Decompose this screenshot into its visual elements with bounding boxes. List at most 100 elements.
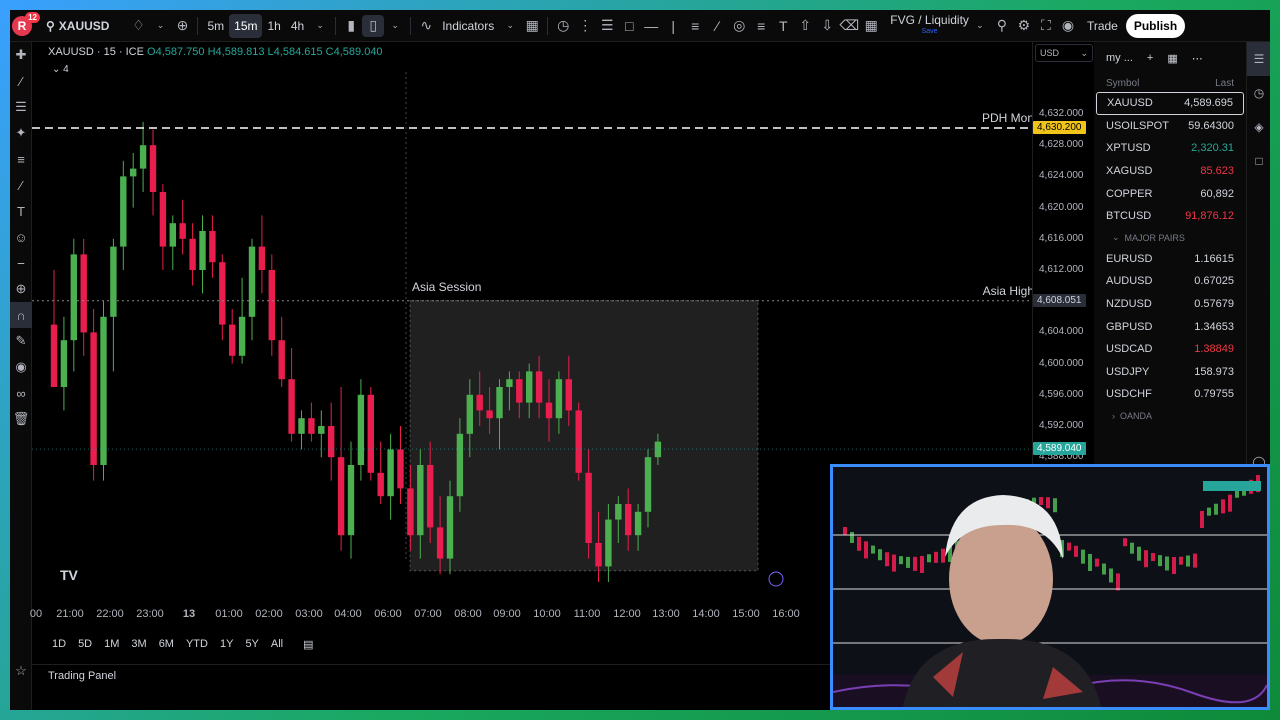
range-all[interactable]: All <box>265 636 289 652</box>
link-icon[interactable]: ∞ <box>10 380 32 406</box>
chevron-down-icon[interactable]: ⌄ <box>309 15 331 37</box>
goto-date-icon[interactable]: ▤ <box>297 636 319 653</box>
trendline-icon[interactable]: ∕ <box>10 68 32 94</box>
vertical-line-icon[interactable]: | <box>662 15 684 37</box>
watchlist-panel: my ... + ▦ ⋯ Symbol Last XAUUSD 4,589.695… <box>1094 42 1246 472</box>
watchlist-row[interactable]: XAGUSD 85.623 <box>1094 160 1246 183</box>
replay-icon[interactable]: ⋮ <box>574 15 596 37</box>
candles-icon[interactable]: ▯ <box>362 14 385 37</box>
ruler-icon[interactable]: ⎯ <box>10 250 32 276</box>
trade-button[interactable]: Trade <box>1079 14 1126 38</box>
candle-body <box>278 340 285 380</box>
layout-menu[interactable]: FVG / Liquidity Save <box>890 14 969 37</box>
pattern-icon[interactable]: ✦ <box>10 120 32 146</box>
candle-body <box>407 488 414 536</box>
zoom-search-icon[interactable]: ⚲ <box>991 15 1013 37</box>
eraser-icon[interactable]: ⌫ <box>838 15 860 37</box>
watchlist-row[interactable]: GBPUSD 1.34653 <box>1094 315 1246 338</box>
favorites-star-icon[interactable]: ☆ <box>10 658 32 684</box>
alerts-clock-icon[interactable]: ◷ <box>1247 76 1270 110</box>
settings-gear-icon[interactable]: ⚙ <box>1013 15 1035 37</box>
group-major-pairs[interactable]: ⌄ MAJOR PAIRS <box>1094 228 1246 248</box>
range-ytd[interactable]: YTD <box>180 636 214 652</box>
chevron-down-icon[interactable]: ⌄ <box>499 15 521 37</box>
col-last[interactable]: Last <box>1215 78 1234 89</box>
brush-tool-icon[interactable]: ∕ <box>10 172 32 198</box>
text-tool-icon[interactable]: T <box>10 198 32 224</box>
position-icon[interactable]: ≡ <box>750 15 772 37</box>
chat-icon[interactable]: □ <box>1247 144 1270 178</box>
watchlist-layout-icon[interactable]: ▦ <box>1167 52 1177 65</box>
alert-icon[interactable]: ◷ <box>552 15 574 37</box>
watchlist-row[interactable]: BTCUSD 91,876.12 <box>1094 205 1246 228</box>
interval-4h[interactable]: 4h <box>286 14 309 38</box>
visibility-eye-icon[interactable]: ◉ <box>10 354 32 380</box>
lock-drawings-icon[interactable]: ✎ <box>10 328 32 354</box>
publish-button[interactable]: Publish <box>1125 13 1186 38</box>
range-5y[interactable]: 5Y <box>239 636 264 652</box>
range-6m[interactable]: 6M <box>153 636 180 652</box>
rectangle-icon[interactable]: □ <box>618 15 640 37</box>
add-symbol-icon[interactable]: + <box>1147 52 1153 64</box>
emoji-icon[interactable]: ☺ <box>10 224 32 250</box>
arrow-down-icon[interactable]: ⇩ <box>816 15 838 37</box>
watchlist-row[interactable]: USDCAD 1.38849 <box>1094 338 1246 361</box>
trash-icon[interactable]: 🗑 <box>10 406 32 432</box>
interval-15m[interactable]: 15m <box>229 13 263 38</box>
interval-5m[interactable]: 5m <box>202 14 229 38</box>
currency-select[interactable]: USD ⌄ <box>1035 44 1093 62</box>
watchlist-row[interactable]: USDCHF 0.79755 <box>1094 383 1246 406</box>
watchlist-row[interactable]: USOILSPOT 59.64300 <box>1094 115 1246 138</box>
zoom-in-icon[interactable]: ⊕ <box>10 276 32 302</box>
watchlist-name[interactable]: my ... <box>1106 52 1133 64</box>
range-1m[interactable]: 1M <box>98 636 125 652</box>
text-icon[interactable]: T <box>772 15 794 37</box>
fullscreen-icon[interactable]: ⛶ <box>1035 15 1057 37</box>
interval-1h[interactable]: 1h <box>262 14 285 38</box>
camera-icon[interactable]: ◉ <box>1057 15 1079 37</box>
watchlist-row[interactable]: AUDUSD 0.67025 <box>1094 270 1246 293</box>
watchlist-flag-icon[interactable]: ♢ <box>127 15 149 37</box>
layers-icon[interactable]: ◈ <box>1247 110 1270 144</box>
brush-icon[interactable]: ∕ <box>706 15 728 37</box>
tradingview-logo: TV <box>60 567 79 583</box>
watchlist-row[interactable]: EURUSD 1.16615 <box>1094 248 1246 271</box>
watchlist-row[interactable]: USDJPY 158.973 <box>1094 361 1246 384</box>
bar-style-icon[interactable]: ▮ <box>340 15 362 37</box>
watchlist-last-price: 59.64300 <box>1188 119 1234 132</box>
watchlist-row[interactable]: XPTUSD 2,320.31 <box>1094 137 1246 160</box>
group-oanda[interactable]: › OANDA <box>1094 406 1246 426</box>
compare-add-icon[interactable]: ⊕ <box>171 15 193 37</box>
grid-icon[interactable]: ▦ <box>860 15 882 37</box>
fib-tool-icon[interactable]: ≡ <box>10 146 32 172</box>
lines-icon[interactable]: ☰ <box>596 15 618 37</box>
user-avatar[interactable]: R 12 <box>12 11 40 36</box>
watchlist-row[interactable]: XAUUSD 4,589.695 <box>1096 92 1244 115</box>
col-symbol[interactable]: Symbol <box>1106 78 1139 89</box>
candle-body <box>496 387 503 419</box>
indicators-button[interactable]: Indicators <box>437 14 499 38</box>
horizontal-ray-icon[interactable]: — <box>640 15 662 37</box>
chevron-down-icon[interactable]: ⌄ <box>149 15 171 37</box>
chevron-down-icon[interactable]: ⌄ <box>384 15 406 37</box>
crosshair-icon[interactable]: ✚ <box>10 42 32 68</box>
more-icon[interactable]: ⋯ <box>1192 52 1203 65</box>
horizontal-lines-icon[interactable]: ☰ <box>10 94 32 120</box>
divider <box>335 16 337 35</box>
range-5d[interactable]: 5D <box>72 636 98 652</box>
target-icon[interactable]: ◎ <box>728 15 750 37</box>
fib-icon[interactable]: ≡ <box>684 15 706 37</box>
watchlist-row[interactable]: COPPER 60,892 <box>1094 182 1246 205</box>
watchlist-row[interactable]: NZDUSD 0.57679 <box>1094 293 1246 316</box>
indicators-toggle[interactable]: ⌄ 4 <box>52 64 69 75</box>
indicators-icon[interactable]: ∿ <box>415 15 437 37</box>
watchlist-tab-icon[interactable]: ☰ <box>1247 42 1270 76</box>
range-1y[interactable]: 1Y <box>214 636 239 652</box>
magnet-icon[interactable]: ∩ <box>10 302 32 328</box>
range-1d[interactable]: 1D <box>46 636 72 652</box>
range-3m[interactable]: 3M <box>125 636 152 652</box>
symbol-search[interactable]: ⚲ XAUUSD <box>46 19 109 33</box>
chevron-down-icon[interactable]: ⌄ <box>969 15 991 37</box>
templates-icon[interactable]: ▦ <box>521 15 543 37</box>
arrow-up-icon[interactable]: ⇧ <box>794 15 816 37</box>
